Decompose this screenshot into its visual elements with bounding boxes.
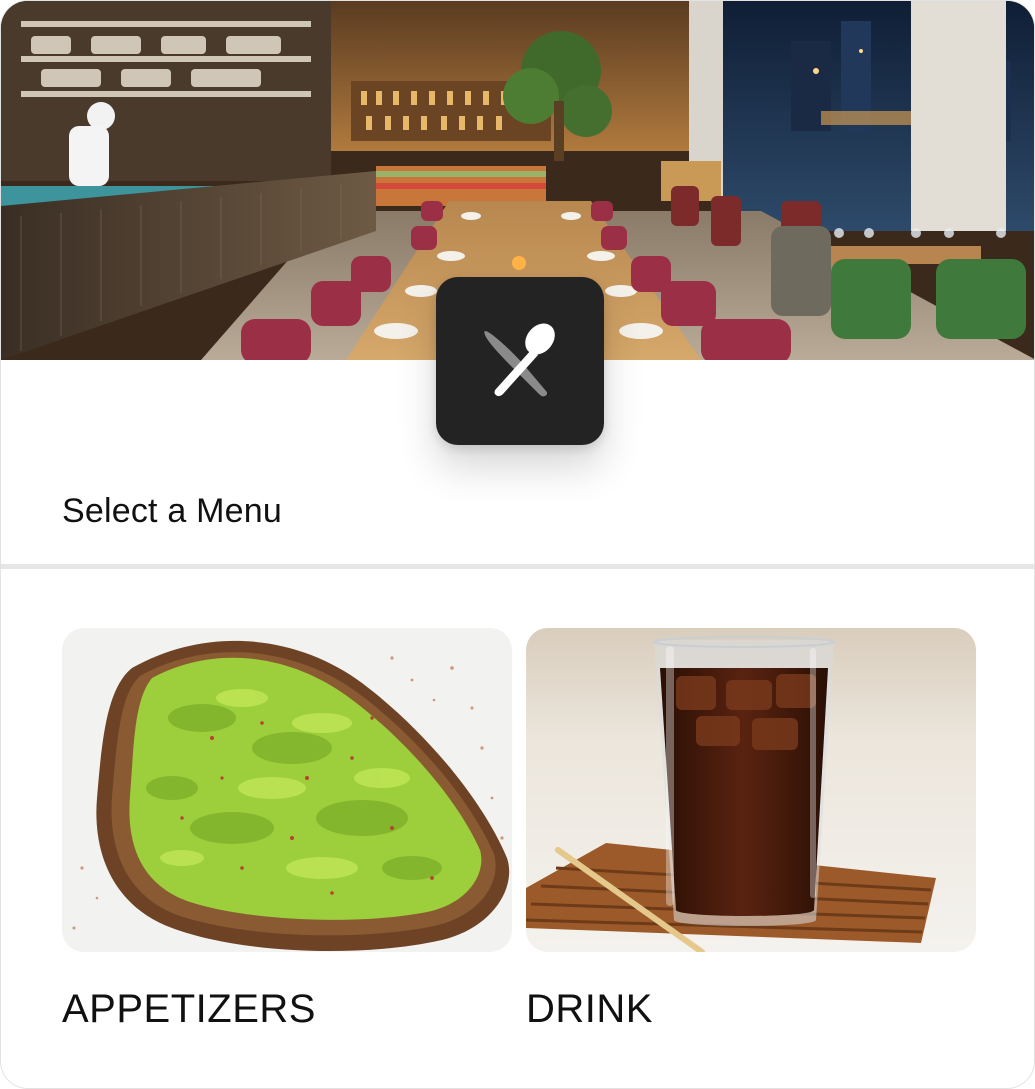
menu-item-drink[interactable] [526, 628, 976, 952]
menu-label-appetizers[interactable]: APPETIZERS [62, 985, 316, 1033]
menu-select-card: Select a Menu APPETIZERS DRINK [0, 0, 1035, 1089]
restaurant-logo [436, 277, 604, 445]
menu-label-drink[interactable]: DRINK [526, 985, 653, 1033]
page-title: Select a Menu [62, 492, 282, 530]
iced-drink-photo [526, 628, 976, 952]
avocado-toast-photo [62, 628, 512, 952]
knife-spoon-icon [484, 323, 555, 397]
menu-item-appetizers[interactable] [62, 628, 512, 952]
section-divider [1, 564, 1034, 569]
